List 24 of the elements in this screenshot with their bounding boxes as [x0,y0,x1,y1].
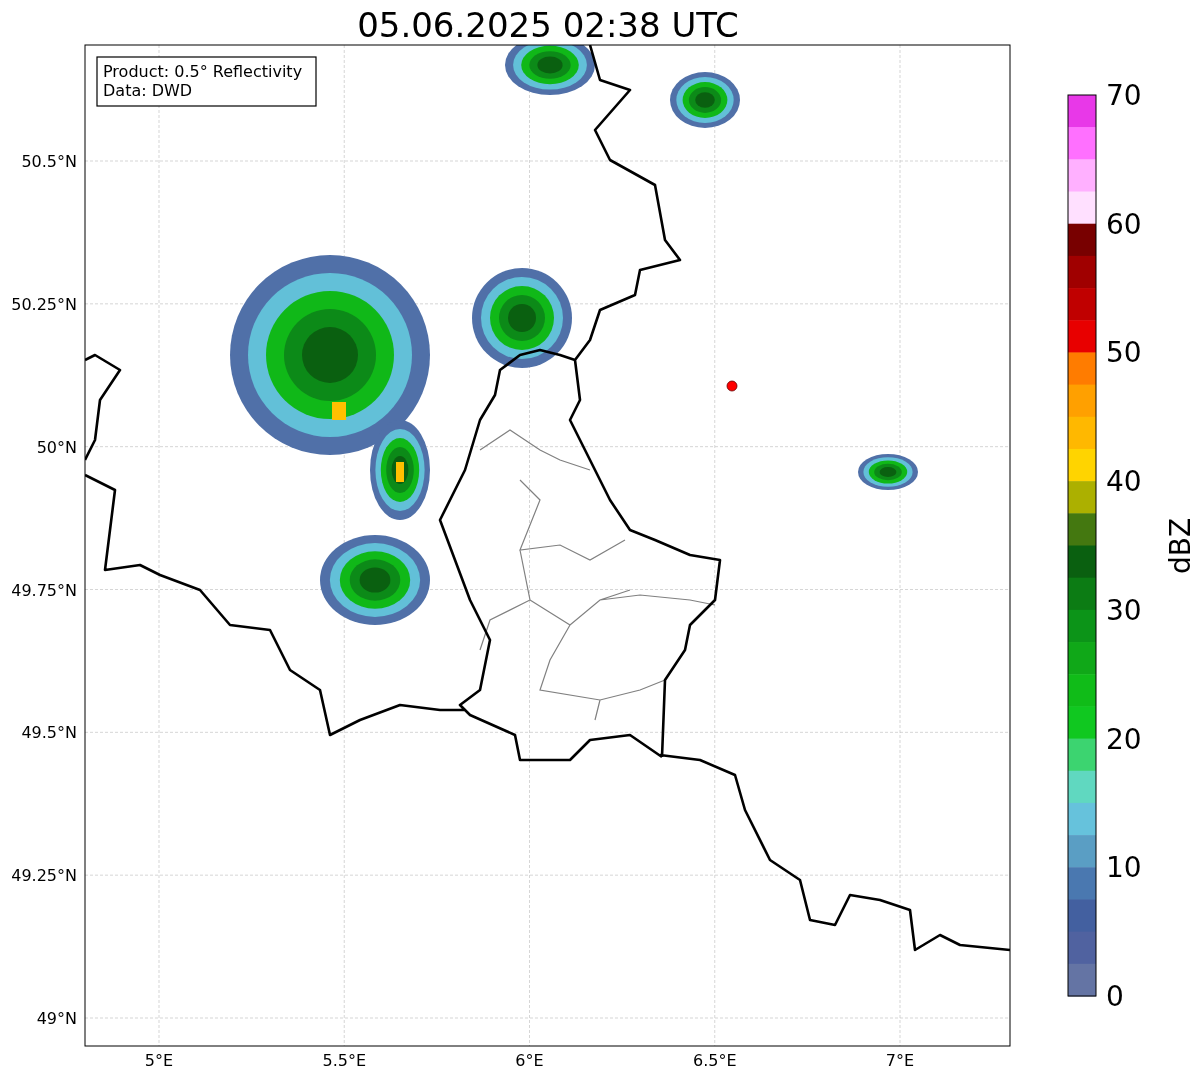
colorbar-tick-label: 70 [1106,79,1142,112]
longitude-label: 6°E [515,1051,544,1070]
latitude-label: 49.75°N [11,580,77,600]
colorbar-tick-label: 10 [1106,851,1142,885]
latitude-label: 50°N [36,437,77,457]
longitude-label: 7°E [885,1051,915,1070]
latitude-label: 49.25°N [11,866,77,886]
longitude-label: 5°E [144,1051,174,1070]
latitude-label: 49°N [36,1009,77,1028]
colorbar-tick-label: 40 [1106,465,1142,499]
longitude-label: 5.5°E [322,1051,367,1070]
colorbar-tick-label: 30 [1106,593,1142,627]
colorbar-tick-label: 50 [1106,336,1142,370]
legend-text: Product: 0.5° Reflectivity [103,62,303,81]
latitude-label: 50.5°N [21,152,77,171]
latitude-label: 50.25°N [11,294,77,314]
colorbar-tick-label: 0 [1106,980,1124,1013]
chart-title: 05.06.2025 02:38 UTC [357,5,739,45]
colorbar-tick-label: 20 [1106,722,1142,756]
colorbar-label: dBZ [1164,517,1197,575]
legend-text: Data: DWD [103,81,193,100]
latitude-label: 49.5°N [21,723,77,743]
colorbar-tick-label: 60 [1106,207,1142,241]
longitude-label: 6.5°E [692,1051,737,1070]
